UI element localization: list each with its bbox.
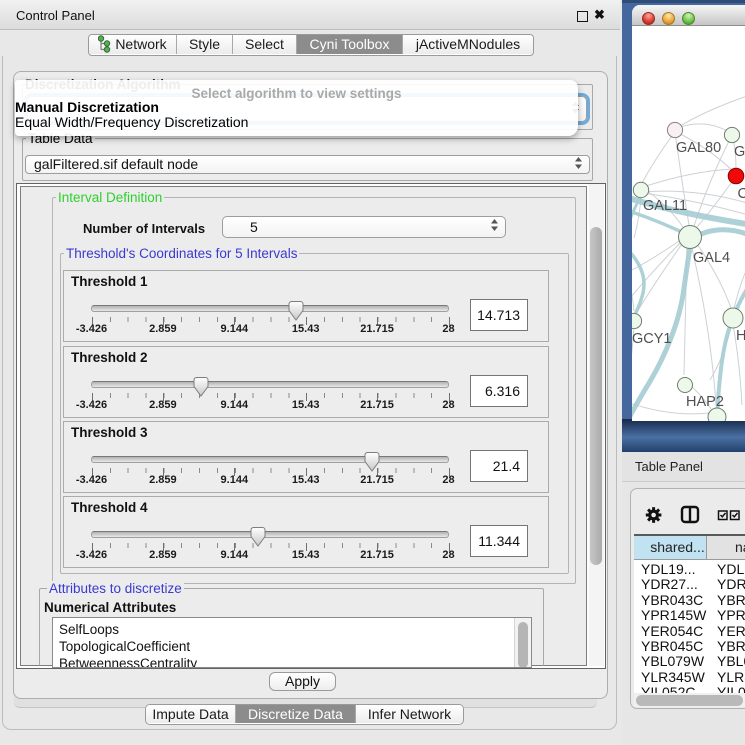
svg-text:GAL4: GAL4: [693, 250, 730, 266]
svg-text:HAP2: HAP2: [686, 394, 724, 410]
svg-text:H: H: [736, 328, 745, 344]
svg-text:GAL11: GAL11: [643, 198, 687, 214]
svg-text:C: C: [738, 186, 745, 202]
svg-text:GCY1: GCY1: [632, 331, 672, 347]
svg-text:G.: G.: [734, 144, 745, 160]
svg-text:GAL80: GAL80: [676, 140, 721, 156]
